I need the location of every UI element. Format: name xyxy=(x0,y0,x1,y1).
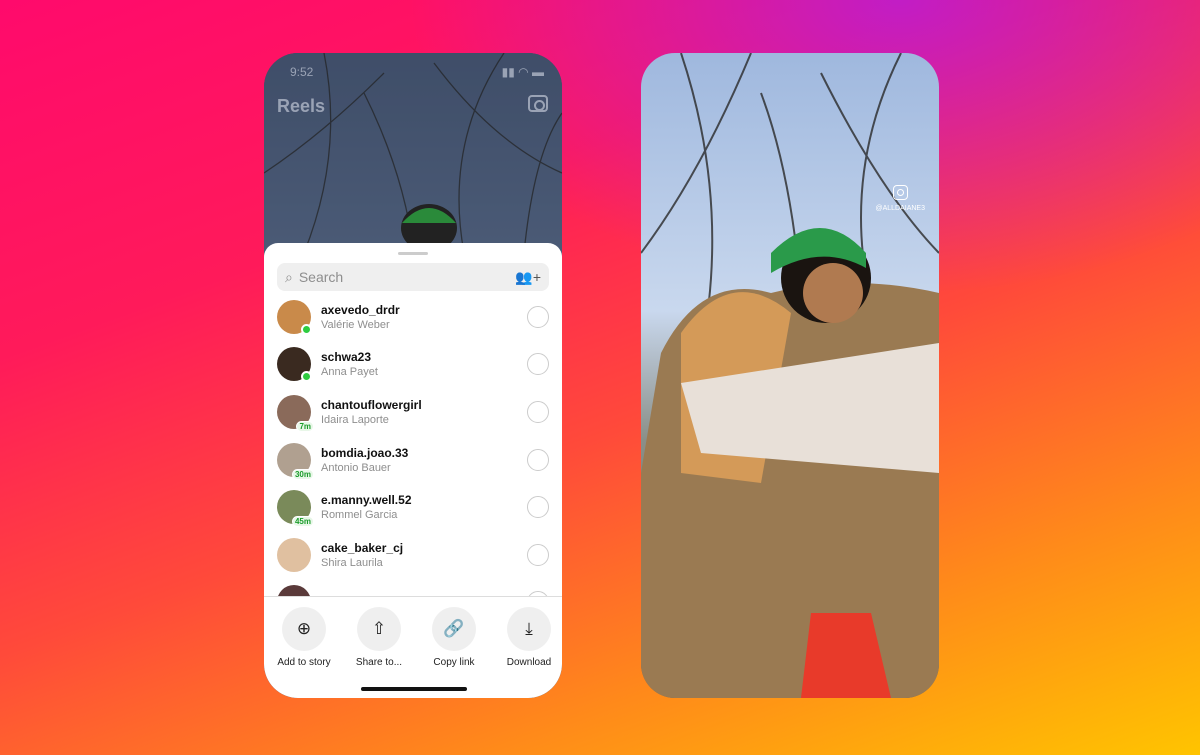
contact-list[interactable]: axevedo_drdr Valérie Weber schwa23 Anna Pa… xyxy=(264,293,562,596)
action-bar: ⊕ Add to story ⇧ Share to... 🔗 Copy link ⤓ Down… xyxy=(264,596,562,668)
username: e.manny.well.52 xyxy=(321,493,412,508)
avatar xyxy=(277,585,311,596)
home-indicator xyxy=(361,687,467,691)
online-indicator xyxy=(301,371,312,383)
contact-row[interactable]: kalindi_rainbows xyxy=(264,579,562,596)
select-radio[interactable] xyxy=(527,543,549,566)
search-placeholder: Search xyxy=(298,269,344,285)
username: axevedo_drdr xyxy=(321,302,400,317)
avatar xyxy=(277,347,312,383)
avatar: 7m xyxy=(277,394,314,432)
action-label: Download xyxy=(506,657,552,668)
drag-handle[interactable] xyxy=(398,252,428,255)
avatar xyxy=(277,299,312,335)
full-name: Antonio Bauer xyxy=(321,461,391,474)
status-bar: 9:52 ▮▮ ◠ ▬ xyxy=(290,65,544,79)
action-download-button[interactable]: ⤓ Download xyxy=(499,607,559,668)
select-radio[interactable] xyxy=(527,400,549,423)
action-label: Share to... xyxy=(355,657,403,668)
contact-row[interactable]: 45m e.manny.well.52 Rommel Garcia xyxy=(264,483,562,531)
contact-row[interactable]: 7m chantouflowergirl Idaira Laporte xyxy=(264,388,562,436)
active-time-badge: 7m xyxy=(296,420,314,432)
background xyxy=(0,0,1200,755)
reel-preview-phone: @ALLDAIANE3 xyxy=(641,53,939,698)
instagram-logo-icon xyxy=(892,185,908,200)
download-icon: ⤓ xyxy=(507,607,551,651)
select-radio[interactable] xyxy=(527,496,549,519)
action-label: Copy link xyxy=(433,657,475,668)
select-radio[interactable] xyxy=(527,353,549,376)
contact-row[interactable]: schwa23 Anna Payet xyxy=(264,341,562,389)
page-title: Reels xyxy=(277,96,326,116)
share-sheet-phone: 9:52 ▮▮ ◠ ▬ Reels ⌕ Search 👥+ axevedo_drdr V… xyxy=(264,53,562,698)
add-story-icon: ⊕ xyxy=(282,607,326,651)
avatar xyxy=(277,537,311,572)
action-share-button[interactable]: ⇧ Share to... xyxy=(349,607,409,668)
username: cake_baker_cj xyxy=(321,540,404,555)
watermark-handle: @ALLDAIANE3 xyxy=(875,205,925,212)
search-icon: ⌕ xyxy=(285,268,293,285)
share-icon: ⇧ xyxy=(357,607,401,651)
contact-row[interactable]: 30m bomdia.joao.33 Antonio Bauer xyxy=(264,436,562,484)
select-radio[interactable] xyxy=(527,448,549,471)
online-indicator xyxy=(301,323,312,335)
signal-wifi-battery-icon: ▮▮ ◠ ▬ xyxy=(501,65,544,79)
search-input[interactable]: ⌕ Search 👥+ xyxy=(277,263,549,291)
reel-photo-scene xyxy=(641,53,939,698)
full-name: Valérie Weber xyxy=(321,318,390,331)
contact-row[interactable]: cake_baker_cj Shira Laurila xyxy=(264,531,562,579)
contact-row[interactable]: axevedo_drdr Valérie Weber xyxy=(264,293,562,341)
share-sheet: ⌕ Search 👥+ axevedo_drdr Valérie Weber schw… xyxy=(264,243,562,698)
select-radio[interactable] xyxy=(527,305,549,328)
action-link-button[interactable]: 🔗 Copy link xyxy=(424,607,484,668)
username: chantouflowergirl xyxy=(321,397,422,412)
clock: 9:52 xyxy=(290,65,314,79)
username: schwa23 xyxy=(321,350,372,365)
add-people-icon[interactable]: 👥+ xyxy=(515,269,541,286)
instagram-watermark: @ALLDAIANE3 xyxy=(875,185,925,212)
active-time-badge: 30m xyxy=(291,468,314,480)
action-label: Add to story xyxy=(277,657,331,668)
avatar: 45m xyxy=(277,490,314,528)
full-name: Idaira Laporte xyxy=(321,413,389,426)
camera-icon[interactable] xyxy=(528,95,548,112)
full-name: Rommel Garcia xyxy=(321,509,398,522)
link-icon: 🔗 xyxy=(432,607,476,651)
action-add-story-button[interactable]: ⊕ Add to story xyxy=(274,607,334,668)
tree-branches xyxy=(264,53,562,253)
full-name: Anna Payet xyxy=(321,366,378,379)
full-name: Shira Laurila xyxy=(321,556,383,569)
active-time-badge: 45m xyxy=(291,516,314,528)
username: bomdia.joao.33 xyxy=(321,445,409,460)
avatar: 30m xyxy=(277,442,314,480)
